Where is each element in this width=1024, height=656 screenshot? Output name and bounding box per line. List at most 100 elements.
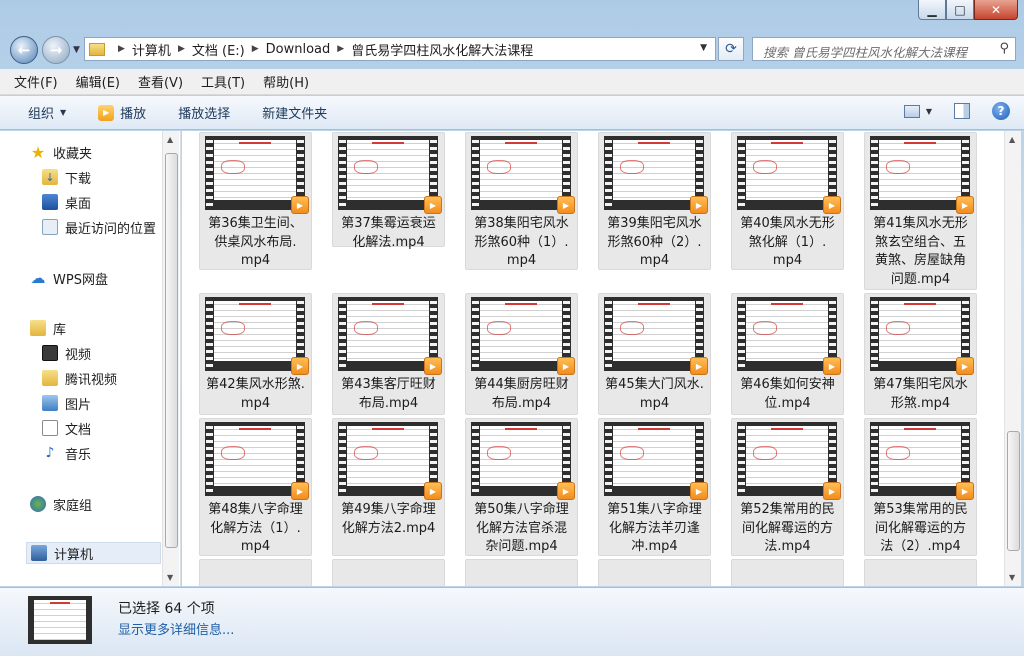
file-item-partial[interactable] [864, 559, 977, 586]
breadcrumb-download[interactable]: Download [266, 42, 331, 57]
file-item[interactable]: ▶ 第48集八字命理 化解方法（1）. mp4 [199, 418, 312, 556]
video-thumbnail: ▶ [870, 422, 974, 500]
file-item-partial[interactable] [199, 559, 312, 586]
nav-scrollbar[interactable]: ▲ ▼ [162, 131, 179, 586]
menu-tools[interactable]: 工具(T) [201, 72, 245, 91]
nav-scrollbar-thumb[interactable] [165, 153, 178, 548]
video-frame-preview [347, 301, 429, 361]
play-button[interactable]: ▶ 播放 [98, 103, 146, 122]
file-name: 第39集阳宅风水 形煞60种（2）. mp4 [607, 216, 702, 268]
file-item[interactable]: ▶ 第47集阳宅风水 形煞.mp4 [864, 293, 977, 415]
nav-documents-label: 文档 [65, 422, 92, 438]
change-view-icon[interactable] [903, 104, 920, 118]
file-item-partial[interactable] [598, 559, 711, 586]
video-frame-preview [746, 426, 828, 486]
menu-view[interactable]: 查看(V) [138, 72, 183, 91]
close-button[interactable]: ✕ [974, 0, 1018, 20]
file-item[interactable]: ▶ 第51集八字命理 化解方法羊刃逢 冲.mp4 [598, 418, 711, 556]
view-controls: ▼ ? [903, 102, 1010, 120]
file-item-partial[interactable] [731, 559, 844, 586]
file-name: 第49集八字命理 化解方法2.mp4 [341, 502, 436, 536]
file-name: 第52集常用的民 间化解霉运的方 法.mp4 [740, 502, 835, 554]
file-item-partial[interactable] [465, 559, 578, 586]
file-item[interactable]: ▶ 第36集卫生间、 供桌风水布局. mp4 [199, 132, 312, 270]
nav-computer[interactable]: 计算机 [26, 542, 161, 564]
back-button[interactable]: ← [10, 36, 38, 64]
help-icon[interactable]: ? [992, 102, 1010, 120]
search-input[interactable]: 搜索 曾氏易学四柱风水化解大法课程 ⚲ [752, 37, 1016, 61]
file-item[interactable]: ▶ 第46集如何安神 位.mp4 [731, 293, 844, 415]
file-item[interactable]: ▶ 第39集阳宅风水 形煞60种（2）. mp4 [598, 132, 711, 270]
video-frame-preview [879, 301, 961, 361]
video-file-icon: ▶ [424, 196, 442, 214]
video-frame-preview [879, 140, 961, 200]
breadcrumb-course-folder[interactable]: 曾氏易学四柱风水化解大法课程 [351, 40, 533, 59]
file-item[interactable]: ▶ 第38集阳宅风水 形煞60种（1）. mp4 [465, 132, 578, 270]
address-dropdown-icon[interactable]: ▼ [700, 43, 707, 53]
history-dropdown-icon[interactable]: ▼ [73, 45, 80, 55]
scroll-down-icon[interactable]: ▼ [167, 573, 173, 582]
video-file-icon: ▶ [823, 482, 841, 500]
organize-label: 组织 [28, 107, 55, 122]
minimize-button[interactable]: ▁ [918, 0, 946, 20]
file-item[interactable]: ▶ 第52集常用的民 间化解霉运的方 法.mp4 [731, 418, 844, 556]
video-file-icon: ▶ [823, 196, 841, 214]
file-item[interactable]: ▶ 第43集客厅旺财 布局.mp4 [332, 293, 445, 415]
play-label: 播放 [120, 107, 147, 122]
menu-file[interactable]: 文件(F) [14, 72, 58, 91]
folder-icon [42, 370, 58, 386]
view-dropdown-icon[interactable]: ▼ [926, 107, 932, 116]
video-frame-preview [480, 140, 562, 200]
show-more-details-link[interactable]: 显示更多详细信息... [118, 619, 234, 638]
video-frame-preview [480, 426, 562, 486]
file-item-partial[interactable] [332, 559, 445, 586]
chevron-right-icon[interactable]: ▶ [337, 44, 344, 54]
address-bar[interactable]: ▶ 计算机 ▶ 文档 (E:) ▶ Download ▶ 曾氏易学四柱风水化解大… [84, 37, 716, 61]
video-thumbnail: ▶ [737, 297, 841, 375]
chevron-right-icon[interactable]: ▶ [252, 44, 259, 54]
video-thumbnail: ▶ [870, 297, 974, 375]
video-thumbnail: ▶ [870, 136, 974, 214]
new-folder-button[interactable]: 新建文件夹 [262, 103, 327, 122]
file-name: 第43集客厅旺财 布局.mp4 [341, 377, 436, 411]
scroll-up-icon[interactable]: ▲ [167, 135, 173, 144]
file-item[interactable]: ▶ 第37集霉运衰运 化解法.mp4 [332, 132, 445, 250]
refresh-button[interactable]: ⟳ [718, 37, 744, 61]
menu-edit[interactable]: 编辑(E) [76, 72, 120, 91]
file-name: 第51集八字命理 化解方法羊刃逢 冲.mp4 [607, 502, 702, 554]
breadcrumb-drive-e[interactable]: 文档 (E:) [192, 40, 245, 59]
menu-help[interactable]: 帮助(H) [263, 72, 309, 91]
nav-desktop-label: 桌面 [65, 196, 92, 212]
file-item[interactable]: ▶ 第44集厨房旺财 布局.mp4 [465, 293, 578, 415]
file-name: 第48集八字命理 化解方法（1）. mp4 [208, 502, 303, 554]
file-item[interactable]: ▶ 第49集八字命理 化解方法2.mp4 [332, 418, 445, 556]
video-frame-preview [34, 600, 86, 640]
video-thumbnail: ▶ [205, 136, 309, 214]
music-note-icon: ♪ [45, 445, 55, 461]
file-name: 第47集阳宅风水 形煞.mp4 [873, 377, 968, 411]
file-item[interactable]: ▶ 第45集大门风水. mp4 [598, 293, 711, 415]
chevron-right-icon[interactable]: ▶ [178, 44, 185, 54]
file-name: 第50集八字命理 化解方法官杀混 杂问题.mp4 [474, 502, 569, 554]
file-item[interactable]: ▶ 第41集风水无形 煞玄空组合、五 黄煞、房屋缺角 问题.mp4 [864, 132, 977, 290]
organize-button[interactable]: 组织 ▼ [28, 103, 66, 122]
file-item[interactable]: ▶ 第40集风水无形 煞化解（1）. mp4 [731, 132, 844, 270]
chevron-right-icon[interactable]: ▶ [118, 44, 125, 54]
title-bar: ▁ □ ✕ [0, 0, 1024, 30]
search-icon[interactable]: ⚲ [999, 41, 1009, 56]
play-selection-button[interactable]: 播放选择 [178, 103, 230, 122]
scroll-down-icon[interactable]: ▼ [1009, 573, 1015, 582]
scroll-up-icon[interactable]: ▲ [1009, 135, 1015, 144]
breadcrumb-computer[interactable]: 计算机 [132, 40, 171, 59]
maximize-button[interactable]: □ [946, 0, 974, 20]
forward-button[interactable]: → [42, 36, 70, 64]
file-item[interactable]: ▶ 第42集风水形煞. mp4 [199, 293, 312, 415]
video-frame-preview [879, 426, 961, 486]
content-scrollbar-thumb[interactable] [1007, 431, 1020, 551]
file-name: 第41集风水无形 煞玄空组合、五 黄煞、房屋缺角 问题.mp4 [873, 216, 968, 287]
file-item[interactable]: ▶ 第53集常用的民 间化解霉运的方 法（2）.mp4 [864, 418, 977, 556]
preview-pane-icon[interactable] [954, 103, 970, 119]
file-item[interactable]: ▶ 第50集八字命理 化解方法官杀混 杂问题.mp4 [465, 418, 578, 556]
menu-bar: 文件(F) 编辑(E) 查看(V) 工具(T) 帮助(H) [0, 69, 1024, 95]
content-scrollbar[interactable]: ▲ ▼ [1004, 131, 1021, 586]
